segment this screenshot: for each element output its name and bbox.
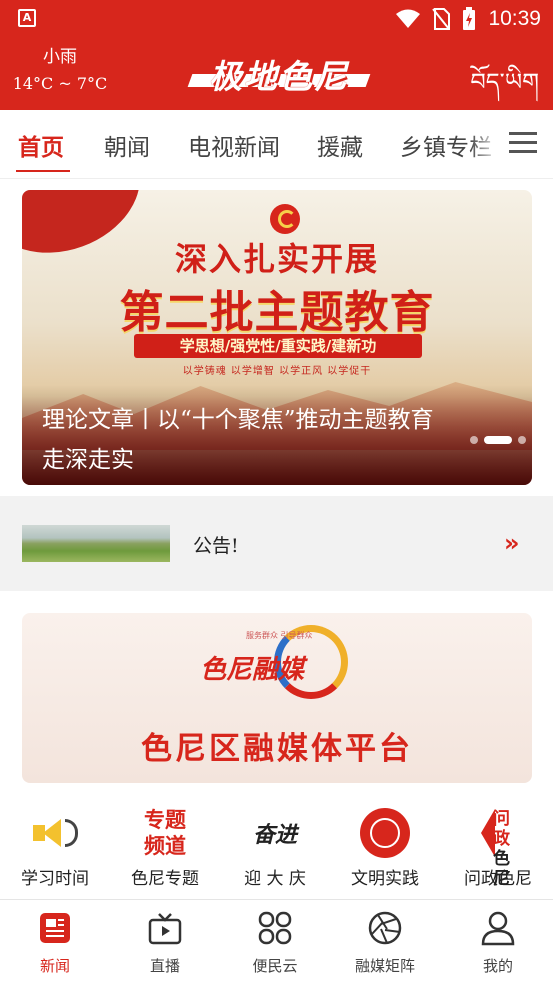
promo-logo-text: 色尼融媒 <box>200 655 305 685</box>
logo-text: 极地色尼 <box>209 57 349 96</box>
tab-aid-tibet[interactable]: 援藏 <box>317 128 363 162</box>
bottom-nav-label: 便民云 <box>252 957 298 975</box>
quick-nav-label: 文明实践 <box>351 869 419 889</box>
tabs-fade <box>470 110 500 178</box>
carousel-dot-active <box>484 436 512 444</box>
carousel-dot <box>470 436 478 444</box>
inquiry-icon-text: 问政 <box>493 808 510 849</box>
promo-title: 色尼区融媒体平台 <box>141 731 413 767</box>
quick-nav-label: 学习时间 <box>21 869 89 889</box>
user-icon <box>481 911 515 946</box>
civilization-emblem-icon <box>355 805 415 860</box>
clock: 10:39 <box>488 7 541 30</box>
bottom-nav-services[interactable]: 便民云 <box>220 900 330 984</box>
banner-headline-1: 深入扎实开展 <box>174 240 379 278</box>
aperture-icon <box>368 911 402 945</box>
clover-grid-icon <box>258 911 292 945</box>
banner-caption[interactable]: 理论文章丨以“十个聚焦”推动主题教育走深走实 <box>42 400 442 480</box>
special-topic-icon-text: 频道 <box>144 832 186 858</box>
banner-headline-2: 第二批主题教育 <box>119 287 435 338</box>
banner-tags: 以学铸魂 以学增智 以学正风 以学促干 <box>182 366 372 377</box>
app-notification-icon: A <box>18 9 36 27</box>
bottom-nav-label: 直播 <box>149 957 180 975</box>
bottom-nav-label: 融媒矩阵 <box>354 957 415 975</box>
notice-thumbnail <box>22 525 170 562</box>
quick-nav-label: 问政色尼 <box>464 869 532 889</box>
category-tabs: 首页 朝闻 电视新闻 援藏 乡镇专栏 <box>0 110 553 179</box>
speaker-icon <box>25 805 85 860</box>
no-sim-icon <box>432 8 451 30</box>
tab-tv-news[interactable]: 电视新闻 <box>188 128 280 162</box>
active-tab-indicator <box>16 170 70 172</box>
celebration-icon-text: 奋进 <box>252 821 297 848</box>
inquiry-icon: 问政 色尼 <box>468 805 528 889</box>
special-topic-icon: 专题 频道 <box>135 805 195 860</box>
party-emblem-icon <box>270 204 300 234</box>
quick-nav: 学习时间 专题 频道 色尼专题 奋进 迎 大 庆 文明实践 问政 色尼 问政色尼 <box>0 795 553 899</box>
status-bar: A 10:39 <box>0 0 553 38</box>
weather-widget[interactable]: 小雨 14°C ~ 7°C <box>12 46 108 96</box>
quick-nav-celebration[interactable]: 奋进 迎 大 庆 <box>220 795 330 895</box>
bottom-nav-media-matrix[interactable]: 融媒矩阵 <box>330 900 440 984</box>
tab-home[interactable]: 首页 <box>18 128 64 162</box>
news-icon <box>40 913 70 943</box>
bottom-nav-live[interactable]: 直播 <box>110 900 220 984</box>
app-header: 小雨 14°C ~ 7°C 极地色尼 བོད་ཡིག <box>0 38 553 110</box>
weather-temperature: 14°C ~ 7°C <box>12 74 108 93</box>
media-platform-card[interactable]: 服务群众 引导群众 色尼融媒 色尼区融媒体平台 <box>22 613 532 783</box>
tv-icon <box>148 913 182 945</box>
menu-icon[interactable] <box>509 132 537 154</box>
celebration-icon: 奋进 <box>245 805 305 860</box>
quick-nav-civilization[interactable]: 文明实践 <box>330 795 440 895</box>
carousel-indicator <box>470 436 526 444</box>
quick-nav-label: 迎 大 庆 <box>244 869 306 889</box>
quick-nav-special-topic[interactable]: 专题 频道 色尼专题 <box>110 795 220 895</box>
banner-carousel[interactable]: 深入扎实开展 第二批主题教育 学思想/强党性/重实践/建新功 以学铸魂 以学增智… <box>22 190 532 485</box>
app-logo: 极地色尼 <box>187 52 371 96</box>
bottom-navigation: 新闻 直播 便民云 融媒矩阵 我的 <box>0 899 553 984</box>
special-topic-icon-text: 专题 <box>144 806 186 832</box>
quick-nav-study-time[interactable]: 学习时间 <box>0 795 110 895</box>
carousel-dot <box>518 436 526 444</box>
banner-slogan: 学思想/强党性/重实践/建新功 <box>134 334 422 358</box>
bottom-nav-news[interactable]: 新闻 <box>0 900 110 984</box>
quick-nav-inquiry[interactable]: 问政 色尼 问政色尼 <box>443 795 553 895</box>
status-icons: 10:39 <box>396 6 541 32</box>
notice-bar[interactable]: 公告! » <box>0 496 553 591</box>
wifi-icon <box>396 9 421 28</box>
bottom-nav-profile[interactable]: 我的 <box>443 900 553 984</box>
notice-text: 公告! <box>193 535 239 557</box>
weather-condition: 小雨 <box>43 47 77 67</box>
bottom-nav-label: 我的 <box>482 957 513 975</box>
promo-small-text: 服务群众 引导群众 <box>246 631 313 640</box>
bottom-nav-label: 新闻 <box>39 957 70 975</box>
battery-icon <box>463 7 476 30</box>
double-chevron-right-icon[interactable]: » <box>504 529 519 557</box>
tab-morning-news[interactable]: 朝闻 <box>104 128 150 162</box>
quick-nav-label: 色尼专题 <box>131 869 199 889</box>
